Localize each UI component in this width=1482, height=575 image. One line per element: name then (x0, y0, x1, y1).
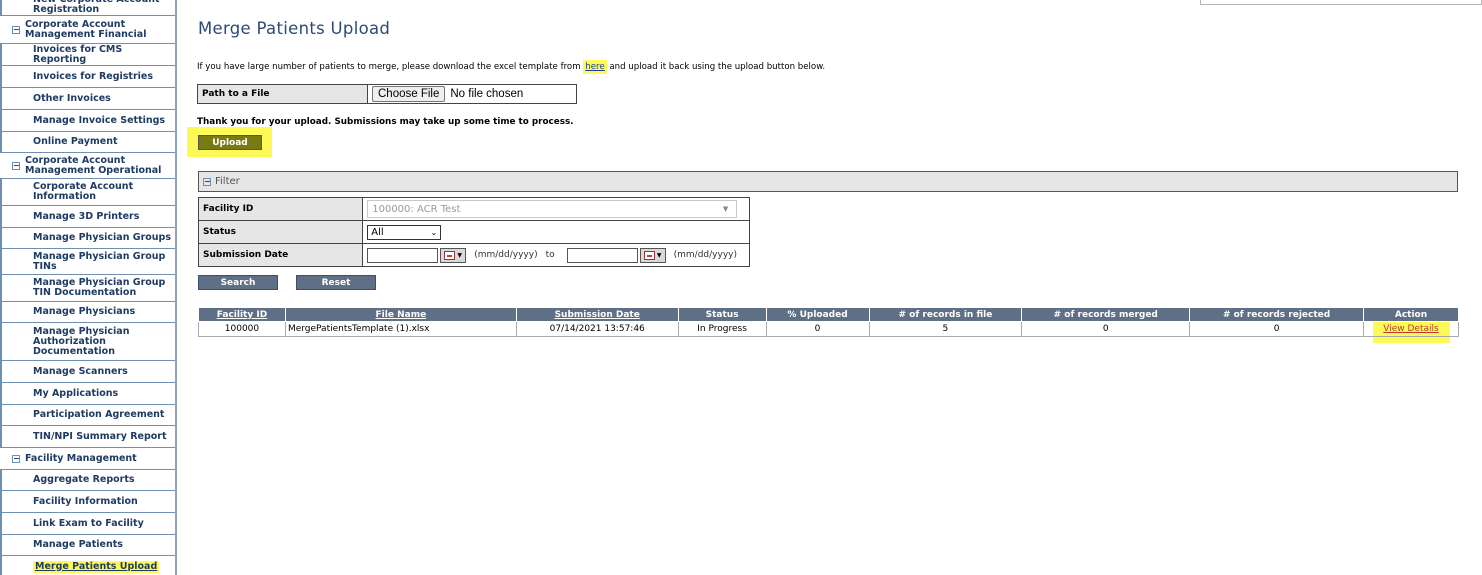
cell-facility-id: 100000 (198, 321, 286, 337)
date-to-calendar-button[interactable]: ▼ (639, 247, 666, 263)
date-to-label: to (545, 250, 555, 260)
cell-submission-date: 07/14/2021 13:57:46 (515, 321, 679, 337)
top-right-box (1200, 0, 1482, 5)
sidebar-item-participation-agreement[interactable]: Participation Agreement (0, 405, 175, 426)
choose-file-button[interactable]: Choose File (372, 86, 446, 102)
sidebar-item-online-payment[interactable]: Online Payment (0, 132, 175, 153)
sidebar-item-corporate-account-information[interactable]: Corporate Account Information (0, 179, 175, 206)
collapse-icon[interactable]: − (12, 161, 20, 170)
sidebar-item-manage-physician-authorization-documentation[interactable]: Manage Physician Authorization Documenta… (0, 323, 175, 361)
chevron-down-icon: ⌄ (430, 227, 438, 237)
cell-records-in-file: 5 (868, 321, 1023, 337)
sidebar-item-other-invoices[interactable]: Other Invoices (0, 88, 175, 110)
sidebar-item-manage-physician-groups[interactable]: Manage Physician Groups (0, 228, 175, 249)
upload-confirmation-message: Thank you for your upload. Submissions m… (197, 117, 574, 127)
view-details-link[interactable]: View Details (1383, 324, 1438, 334)
filter-panel-header[interactable]: − Filter (198, 171, 1458, 192)
date-format-hint: (mm/dd/yyyy) (673, 250, 737, 260)
sidebar-group-corporate-account-operational[interactable]: − Corporate Account Management Operationa… (0, 153, 175, 179)
sidebar-item-manage-physicians[interactable]: Manage Physicians (0, 302, 175, 323)
date-to-input[interactable] (566, 247, 638, 263)
chevron-down-icon: ▼ (457, 251, 463, 259)
sidebar-item-new-corporate-account-registration[interactable]: New Corporate Account Registration (0, 0, 175, 16)
chevron-down-icon: ▼ (656, 251, 662, 259)
calendar-icon (444, 250, 456, 260)
filter-title: Filter (215, 176, 240, 187)
sidebar-item-manage-physician-group-tin-documentation[interactable]: Manage Physician Group TIN Documentation (0, 275, 175, 302)
sidebar-item-manage-physician-group-tins[interactable]: Manage Physician Group TINs (0, 249, 175, 275)
cell-status: In Progress (677, 321, 767, 337)
status-select[interactable]: All ⌄ (367, 224, 442, 240)
sidebar-item-aggregate-reports[interactable]: Aggregate Reports (0, 470, 175, 491)
column-header-uploaded: % Uploaded (765, 307, 870, 322)
sidebar-item-merge-patients-upload[interactable]: Merge Patients Upload (0, 556, 175, 575)
date-format-hint: (mm/dd/yyyy) (474, 250, 538, 260)
no-file-chosen-text: No file chosen (450, 88, 524, 100)
cell-records-rejected: 0 (1189, 321, 1364, 337)
submissions-table: Facility ID File Name Submission Date St… (198, 307, 1459, 337)
status-label: Status (197, 220, 364, 244)
column-header-submission-date[interactable]: Submission Date (515, 307, 679, 322)
sidebar-nav: New Corporate Account Registration −Corp… (0, 0, 177, 575)
sidebar-item-tin-npi-summary-report[interactable]: TIN/NPI Summary Report (0, 426, 175, 448)
calendar-icon (643, 250, 655, 260)
instructions-text: If you have large number of patients to … (197, 60, 826, 74)
page-title: Merge Patients Upload (198, 19, 391, 38)
facility-id-select[interactable]: 100000: ACR Test ▼ (367, 200, 738, 218)
submission-date-label: Submission Date (197, 243, 364, 267)
sidebar-item-manage-patients[interactable]: Manage Patients (0, 535, 175, 556)
table-row: 100000 MergePatientsTemplate (1).xlsx 07… (198, 321, 1459, 337)
column-header-status: Status (677, 307, 767, 322)
collapse-icon[interactable]: − (203, 177, 211, 186)
column-header-action: Action (1363, 307, 1459, 322)
path-to-file-label: Path to a File (198, 85, 368, 103)
cell-records-merged: 0 (1021, 321, 1191, 337)
sidebar-item-my-applications[interactable]: My Applications (0, 383, 175, 405)
sidebar-item-invoices-cms[interactable]: Invoices for CMS Reporting (0, 44, 175, 66)
sidebar-group-corporate-account-financial[interactable]: − Corporate Account Management Financial (0, 16, 175, 44)
sidebar-item-link-exam-to-facility[interactable]: Link Exam to Facility (0, 513, 175, 535)
facility-id-label: Facility ID (197, 197, 364, 221)
sidebar-item-facility-information[interactable]: Facility Information (0, 491, 175, 513)
date-from-calendar-button[interactable]: ▼ (440, 247, 467, 263)
collapse-icon[interactable]: − (12, 25, 20, 34)
sidebar-item-manage-scanners[interactable]: Manage Scanners (0, 361, 175, 383)
file-upload-row: Path to a File Choose File No file chose… (197, 84, 577, 104)
column-header-records-rejected: # of records rejected (1189, 307, 1364, 322)
column-header-file-name[interactable]: File Name (284, 307, 517, 322)
template-download-link[interactable]: here (583, 60, 607, 74)
cell-action: View Details (1363, 321, 1459, 337)
search-button[interactable]: Search (198, 275, 278, 290)
cell-file-name: MergePatientsTemplate (1).xlsx (284, 321, 517, 337)
chevron-down-icon: ▼ (722, 205, 729, 213)
column-header-facility-id[interactable]: Facility ID (198, 307, 286, 322)
sidebar-group-facility-management[interactable]: − Facility Management (0, 448, 175, 470)
date-from-input[interactable] (367, 247, 439, 263)
collapse-icon[interactable]: − (12, 454, 20, 463)
filter-form: Facility ID 100000: ACR Test ▼ Status Al… (197, 197, 750, 267)
column-header-records-merged: # of records merged (1021, 307, 1191, 322)
upload-button[interactable]: Upload (198, 135, 262, 150)
sidebar-item-invoices-registries[interactable]: Invoices for Registries (0, 66, 175, 88)
sidebar-item-manage-invoice-settings[interactable]: Manage Invoice Settings (0, 110, 175, 132)
sidebar-item-manage-3d-printers[interactable]: Manage 3D Printers (0, 206, 175, 228)
column-header-records-in-file: # of records in file (868, 307, 1023, 322)
cell-uploaded: 0 (765, 321, 870, 337)
reset-button[interactable]: Reset (296, 275, 376, 290)
